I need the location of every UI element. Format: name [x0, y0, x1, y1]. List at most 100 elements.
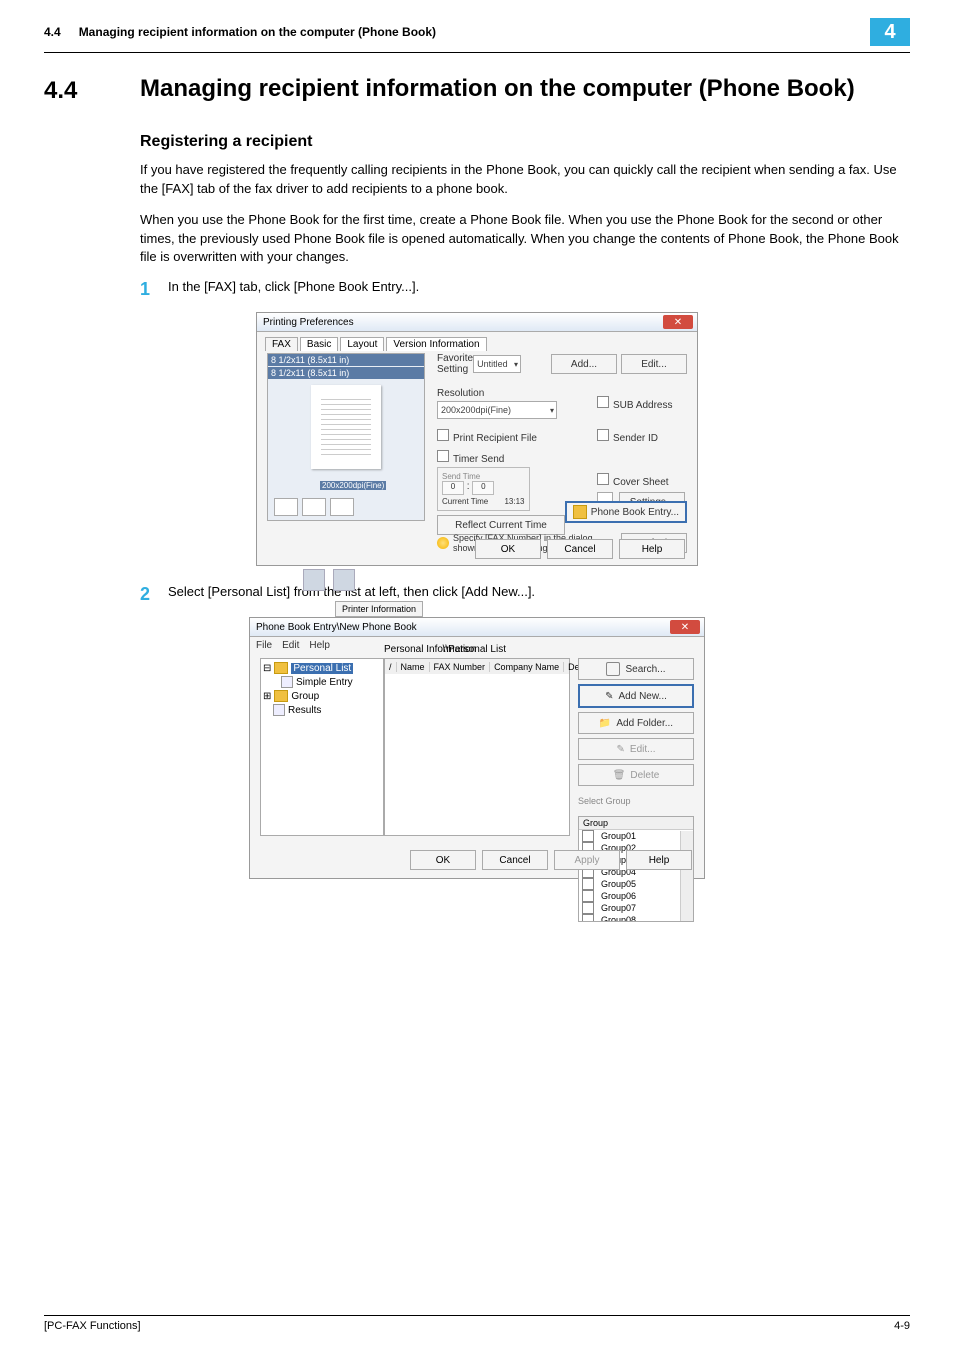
- search-button[interactable]: Search...: [578, 658, 694, 680]
- timer-send-label: Timer Send: [453, 454, 504, 465]
- dlg1-tabs: FAX Basic Layout Version Information: [265, 337, 487, 351]
- edit-entry-button[interactable]: ✎Edit...: [578, 738, 694, 760]
- group-item[interactable]: Group08: [601, 915, 636, 922]
- phone-book-entry-button[interactable]: Phone Book Entry...: [565, 501, 687, 523]
- tab-layout[interactable]: Layout: [340, 337, 384, 351]
- dlg2-title: Phone Book Entry\New Phone Book: [256, 622, 417, 633]
- group-checkbox[interactable]: [582, 914, 594, 922]
- send-time-label: Send Time: [442, 472, 525, 481]
- col-sort[interactable]: /: [385, 662, 397, 672]
- sender-id-label: Sender ID: [613, 433, 658, 444]
- print-recipient-checkbox[interactable]: [437, 429, 449, 441]
- col-company[interactable]: Company Name: [490, 662, 564, 672]
- col-name[interactable]: Name: [397, 662, 430, 672]
- step-2-text: Select [Personal List] from the list at …: [168, 584, 910, 599]
- entry-icon: [281, 676, 293, 688]
- add-folder-button[interactable]: 📁Add Folder...: [578, 712, 694, 734]
- tab-fax[interactable]: FAX: [265, 337, 298, 351]
- scrollbar[interactable]: [680, 831, 693, 921]
- tree-group[interactable]: Group: [291, 691, 319, 702]
- sender-id-checkbox[interactable]: [597, 429, 609, 441]
- group-item[interactable]: Group05: [601, 879, 636, 889]
- group-item[interactable]: Group01: [601, 831, 636, 841]
- cancel-button[interactable]: Cancel: [482, 850, 548, 870]
- paper-size-top: 8 1/2x11 (8.5x11 in): [268, 354, 424, 366]
- group-checkbox[interactable]: [582, 902, 594, 914]
- footer-left: [PC-FAX Functions]: [44, 1320, 141, 1332]
- hint-bulb-icon: [437, 537, 449, 549]
- printer-information-button[interactable]: Printer Information: [335, 601, 423, 617]
- ok-button[interactable]: OK: [410, 850, 476, 870]
- send-min-field[interactable]: 0: [472, 481, 494, 495]
- current-time-value: 13:13: [504, 497, 524, 506]
- edit-button[interactable]: Edit...: [621, 354, 687, 374]
- tab-version[interactable]: Version Information: [386, 337, 486, 351]
- view-icon-3[interactable]: [330, 498, 354, 516]
- results-icon: [273, 704, 285, 716]
- cancel-button[interactable]: Cancel: [547, 539, 613, 559]
- step-2-number: 2: [140, 584, 168, 605]
- help-button[interactable]: Help: [619, 539, 685, 559]
- add-button[interactable]: Add...: [551, 354, 617, 374]
- resolution-dropdown[interactable]: 200x200dpi(Fine): [437, 401, 557, 419]
- group-checkbox[interactable]: [582, 890, 594, 902]
- paragraph-2: When you use the Phone Book for the firs…: [140, 211, 910, 268]
- timer-send-checkbox[interactable]: [437, 450, 449, 462]
- folder-plus-icon: 📁: [599, 718, 611, 729]
- group-item[interactable]: Group07: [601, 903, 636, 913]
- heading-number: 4.4: [44, 77, 140, 105]
- screenshot-phone-book-entry: Phone Book Entry\New Phone Book ✕ File E…: [249, 617, 705, 879]
- tree-personal-list[interactable]: Personal List: [291, 663, 353, 674]
- menu-edit[interactable]: Edit: [282, 640, 299, 651]
- delete-icon: 🗑: [613, 770, 626, 781]
- header-rule: [44, 52, 910, 53]
- add-new-button[interactable]: ✎Add New...: [578, 684, 694, 708]
- group-item[interactable]: Group06: [601, 891, 636, 901]
- add-icon: ✎: [605, 691, 613, 702]
- menu-file[interactable]: File: [256, 640, 272, 651]
- menu-help[interactable]: Help: [309, 640, 330, 651]
- dlg1-title: Printing Preferences: [263, 317, 354, 328]
- send-hour-field[interactable]: 0: [442, 481, 464, 495]
- resolution-label: Resolution: [437, 388, 577, 399]
- sub-address-checkbox[interactable]: [597, 396, 609, 408]
- reflect-current-time-button[interactable]: Reflect Current Time: [437, 515, 565, 535]
- apply-button[interactable]: Apply: [554, 850, 620, 870]
- header-section-title: Managing recipient information on the co…: [79, 25, 864, 39]
- resolution-tag: 200x200dpi(Fine): [320, 481, 386, 490]
- cover-sheet-label: Cover Sheet: [613, 477, 669, 488]
- help-button[interactable]: Help: [626, 850, 692, 870]
- tree-simple-entry[interactable]: Simple Entry: [296, 677, 353, 688]
- view-icon-2[interactable]: [302, 498, 326, 516]
- close-icon[interactable]: ✕: [670, 620, 700, 634]
- printer-icon: [303, 569, 325, 591]
- cover-sheet-checkbox[interactable]: [597, 473, 609, 485]
- nav-tree: ⊟Personal List Simple Entry ⊞Group Resul…: [260, 658, 384, 836]
- paper-preview-panel: 8 1/2x11 (8.5x11 in) 8 1/2x11 (8.5x11 in…: [267, 353, 425, 521]
- favorite-setting-label: Favorite Setting: [437, 353, 473, 375]
- group-checkbox[interactable]: [582, 878, 594, 890]
- folder-icon: [274, 662, 288, 674]
- path-label: \\Personal List: [443, 644, 506, 655]
- step-1-number: 1: [140, 279, 168, 300]
- group-checkbox[interactable]: [582, 830, 594, 842]
- heading-text: Managing recipient information on the co…: [140, 75, 855, 104]
- select-group-label: Select Group: [578, 796, 694, 806]
- delete-button[interactable]: 🗑Delete: [578, 764, 694, 786]
- step-1-text: In the [FAX] tab, click [Phone Book Entr…: [168, 279, 910, 294]
- ok-button[interactable]: OK: [475, 539, 541, 559]
- tree-results[interactable]: Results: [288, 705, 321, 716]
- print-recipient-label: Print Recipient File: [453, 433, 537, 444]
- col-fax[interactable]: FAX Number: [430, 662, 491, 672]
- favorite-setting-dropdown[interactable]: Untitled: [473, 355, 521, 373]
- view-icon-1[interactable]: [274, 498, 298, 516]
- folder-icon: [274, 690, 288, 702]
- list-area: [384, 674, 570, 836]
- group-header: Group: [579, 817, 693, 830]
- tab-basic[interactable]: Basic: [300, 337, 338, 351]
- paper-size-bottom: 8 1/2x11 (8.5x11 in): [268, 367, 424, 379]
- chapter-badge: 4: [870, 18, 910, 46]
- close-icon[interactable]: ✕: [663, 315, 693, 329]
- phone-book-entry-label: Phone Book Entry...: [591, 507, 679, 518]
- screenshot-printing-preferences: Printing Preferences ✕ FAX Basic Layout …: [256, 312, 698, 566]
